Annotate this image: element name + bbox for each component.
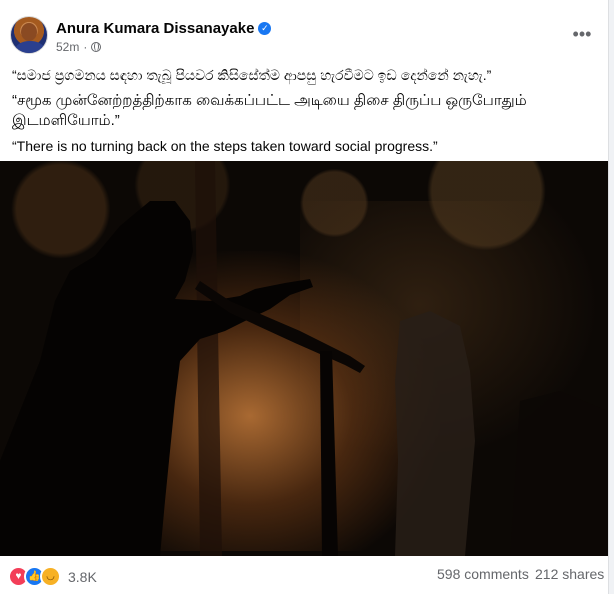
- more-options-icon[interactable]: •••: [568, 22, 596, 50]
- verified-badge-icon: ✓: [258, 22, 272, 35]
- meta-separator: ·: [83, 40, 88, 54]
- post-footer: ♥ 👍 ◡ 3.8K 598 comments 212 shares: [0, 556, 608, 594]
- avatar-shirt: [15, 41, 45, 53]
- shares-count-link[interactable]: 212 shares: [535, 566, 604, 582]
- post-photo[interactable]: [0, 161, 608, 556]
- globe-icon: [91, 42, 102, 52]
- author-name-row: Anura Kumara Dissanayake ✓: [56, 20, 272, 37]
- post-card: Anura Kumara Dissanayake ✓ 52m · ••• “සම…: [0, 0, 609, 594]
- reaction-count: 3.8K: [68, 568, 97, 585]
- post-timestamp[interactable]: 52m: [56, 40, 79, 54]
- comments-count-link[interactable]: 598 comments: [437, 566, 529, 582]
- author-avatar[interactable]: [10, 16, 48, 54]
- haha-reaction-icon: ◡: [40, 566, 61, 587]
- avatar-face: [21, 23, 37, 41]
- post-text-line-sinhala: “සමාජ ප්‍රගමනය සඳහා තැබූ පියවර කිසිසේත්ම…: [12, 67, 492, 83]
- author-name[interactable]: Anura Kumara Dissanayake: [56, 20, 254, 37]
- post-text-line-tamil: “சமூக முன்னேற்றத்திற்காக வைக்கப்பட்ட அடி…: [12, 92, 527, 129]
- post-text: “සමාජ ප්‍රගමනය සඳහා තැබූ පියවර කිසිසේත්ම…: [12, 66, 600, 162]
- reactions-summary[interactable]: ♥ 👍 ◡ 3.8K: [8, 566, 97, 587]
- post-text-line-english: “There is no turning back on the steps t…: [12, 138, 438, 154]
- speaker-silhouette: [0, 161, 608, 556]
- post-meta: 52m ·: [56, 40, 102, 54]
- post-header: Anura Kumara Dissanayake ✓ 52m · •••: [0, 0, 608, 64]
